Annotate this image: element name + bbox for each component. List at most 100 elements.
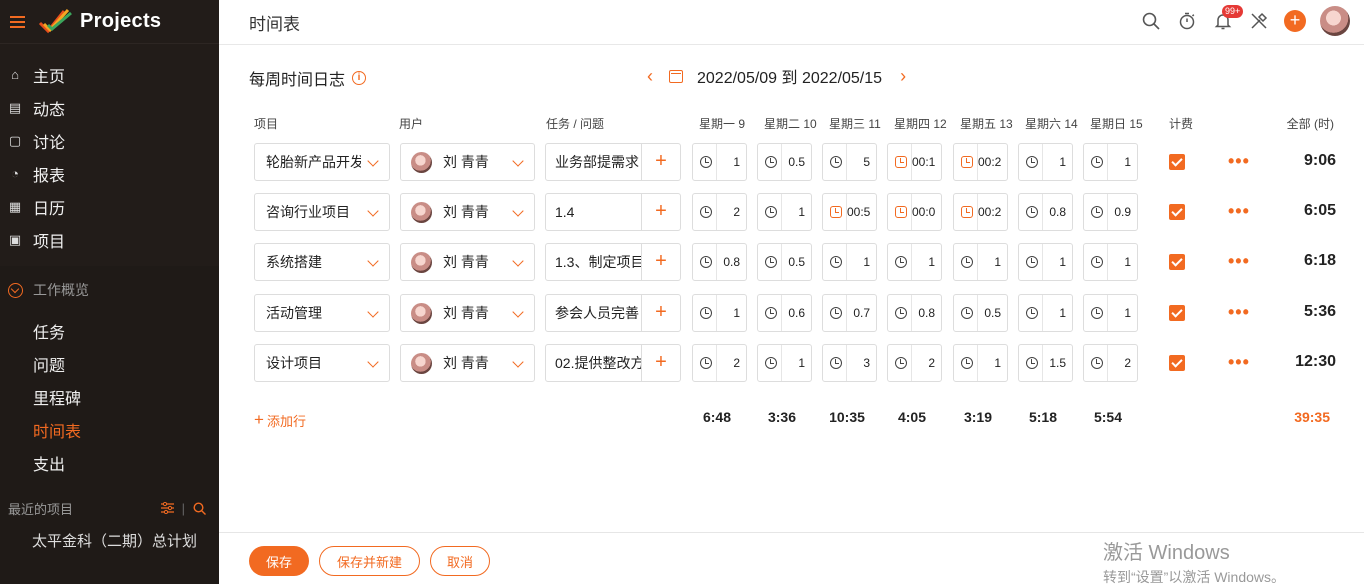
time-value[interactable]: 1: [977, 244, 1007, 280]
time-entry-cell[interactable]: 3: [822, 344, 877, 382]
sub-nav-item-4[interactable]: 支出: [0, 446, 219, 479]
time-entry-cell[interactable]: 0.8: [692, 243, 747, 281]
save-button[interactable]: 保存: [249, 546, 309, 576]
prev-week-icon[interactable]: ‹: [643, 66, 657, 87]
user-select[interactable]: 刘 青青: [400, 344, 535, 382]
more-options-icon[interactable]: •••: [1228, 202, 1250, 220]
add-task-icon[interactable]: +: [642, 144, 680, 180]
billable-checkbox[interactable]: [1169, 254, 1185, 270]
clock-icon[interactable]: [1026, 307, 1038, 319]
clock-icon[interactable]: [1091, 307, 1103, 319]
add-task-icon[interactable]: +: [642, 295, 680, 331]
time-entry-cell[interactable]: 1: [692, 143, 747, 181]
nav-item-0[interactable]: ⌂ 主页: [0, 58, 219, 91]
time-value[interactable]: 0.9: [1107, 194, 1137, 230]
time-entry-cell[interactable]: 00:2: [953, 143, 1008, 181]
search-icon[interactable]: [1140, 10, 1162, 32]
time-entry-cell[interactable]: 0.5: [757, 143, 812, 181]
time-value[interactable]: 1: [911, 244, 941, 280]
search-icon[interactable]: [193, 501, 206, 515]
time-entry-cell[interactable]: 1: [692, 294, 747, 332]
time-entry-cell[interactable]: 1: [1083, 243, 1138, 281]
time-value[interactable]: 1: [1107, 144, 1137, 180]
clock-icon[interactable]: [765, 256, 777, 268]
clock-icon[interactable]: [1091, 156, 1103, 168]
clock-icon[interactable]: [765, 206, 777, 218]
time-value[interactable]: 1: [1042, 295, 1072, 331]
time-entry-cell[interactable]: 00:1: [887, 143, 942, 181]
time-entry-cell[interactable]: 1: [887, 243, 942, 281]
time-entry-cell[interactable]: 00:5: [822, 193, 877, 231]
clock-icon[interactable]: [1026, 156, 1038, 168]
time-value[interactable]: 1: [781, 345, 811, 381]
time-value[interactable]: 00:5: [846, 194, 876, 230]
time-entry-cell[interactable]: 2: [692, 344, 747, 382]
project-select[interactable]: 系统搭建: [254, 243, 390, 281]
billable-checkbox[interactable]: [1169, 305, 1185, 321]
time-value[interactable]: 00:2: [977, 144, 1007, 180]
project-select[interactable]: 活动管理: [254, 294, 390, 332]
time-value[interactable]: 0.8: [1042, 194, 1072, 230]
task-field[interactable]: 1.3、制定项目 +: [545, 243, 681, 281]
quick-add-icon[interactable]: +: [1284, 10, 1306, 32]
time-entry-cell[interactable]: 0.8: [1018, 193, 1073, 231]
time-value[interactable]: 1: [1107, 295, 1137, 331]
time-value[interactable]: 3: [846, 345, 876, 381]
clock-icon[interactable]: [1026, 357, 1038, 369]
time-entry-cell[interactable]: 2: [692, 193, 747, 231]
time-value[interactable]: 2: [1107, 345, 1137, 381]
time-value[interactable]: 2: [911, 345, 941, 381]
clock-icon[interactable]: [765, 307, 777, 319]
time-entry-cell[interactable]: 2: [1083, 344, 1138, 382]
time-value[interactable]: 0.8: [716, 244, 746, 280]
clock-icon[interactable]: [961, 357, 973, 369]
time-value[interactable]: 2: [716, 194, 746, 230]
clock-icon[interactable]: [961, 256, 973, 268]
timer-icon[interactable]: [830, 206, 842, 218]
user-select[interactable]: 刘 青青: [400, 294, 535, 332]
more-options-icon[interactable]: •••: [1228, 303, 1250, 321]
time-value[interactable]: 1: [846, 244, 876, 280]
next-week-icon[interactable]: ›: [896, 66, 910, 87]
time-value[interactable]: 1: [1107, 244, 1137, 280]
time-entry-cell[interactable]: 0.9: [1083, 193, 1138, 231]
cancel-button[interactable]: 取消: [430, 546, 490, 576]
add-task-icon[interactable]: +: [642, 345, 680, 381]
more-options-icon[interactable]: •••: [1228, 252, 1250, 270]
clock-icon[interactable]: [700, 307, 712, 319]
clock-icon[interactable]: [895, 357, 907, 369]
timer-icon[interactable]: [961, 206, 973, 218]
timer-icon[interactable]: [1176, 10, 1198, 32]
time-value[interactable]: 1: [1042, 144, 1072, 180]
time-entry-cell[interactable]: 1: [757, 193, 812, 231]
add-task-icon[interactable]: +: [642, 244, 680, 280]
project-select[interactable]: 咨询行业项目: [254, 193, 390, 231]
clock-icon[interactable]: [895, 256, 907, 268]
nav-item-2[interactable]: ▢ 讨论: [0, 124, 219, 157]
clock-icon[interactable]: [1091, 357, 1103, 369]
billable-checkbox[interactable]: [1169, 355, 1185, 371]
recent-project-item[interactable]: 太平金科（二期）总计划: [0, 529, 198, 555]
menu-toggle-icon[interactable]: [10, 15, 25, 28]
time-entry-cell[interactable]: 00:0: [887, 193, 942, 231]
filter-icon[interactable]: [160, 502, 174, 514]
clock-icon[interactable]: [1026, 256, 1038, 268]
user-select[interactable]: 刘 青青: [400, 193, 535, 231]
notification-bell-icon[interactable]: 99+: [1212, 5, 1244, 32]
time-entry-cell[interactable]: 1: [1018, 294, 1073, 332]
calendar-icon[interactable]: [669, 69, 683, 83]
section-toggle[interactable]: 工作概览: [0, 266, 219, 314]
sub-nav-item-0[interactable]: 任务: [0, 314, 219, 347]
clock-icon[interactable]: [830, 307, 842, 319]
clock-icon[interactable]: [700, 206, 712, 218]
billable-checkbox[interactable]: [1169, 154, 1185, 170]
user-select[interactable]: 刘 青青: [400, 243, 535, 281]
task-field[interactable]: 业务部提需求 +: [545, 143, 681, 181]
clock-icon[interactable]: [765, 357, 777, 369]
time-value[interactable]: 2: [716, 345, 746, 381]
time-entry-cell[interactable]: 00:2: [953, 193, 1008, 231]
time-value[interactable]: 1: [716, 295, 746, 331]
time-entry-cell[interactable]: 0.7: [822, 294, 877, 332]
time-entry-cell[interactable]: 0.5: [757, 243, 812, 281]
timer-icon[interactable]: [961, 156, 973, 168]
